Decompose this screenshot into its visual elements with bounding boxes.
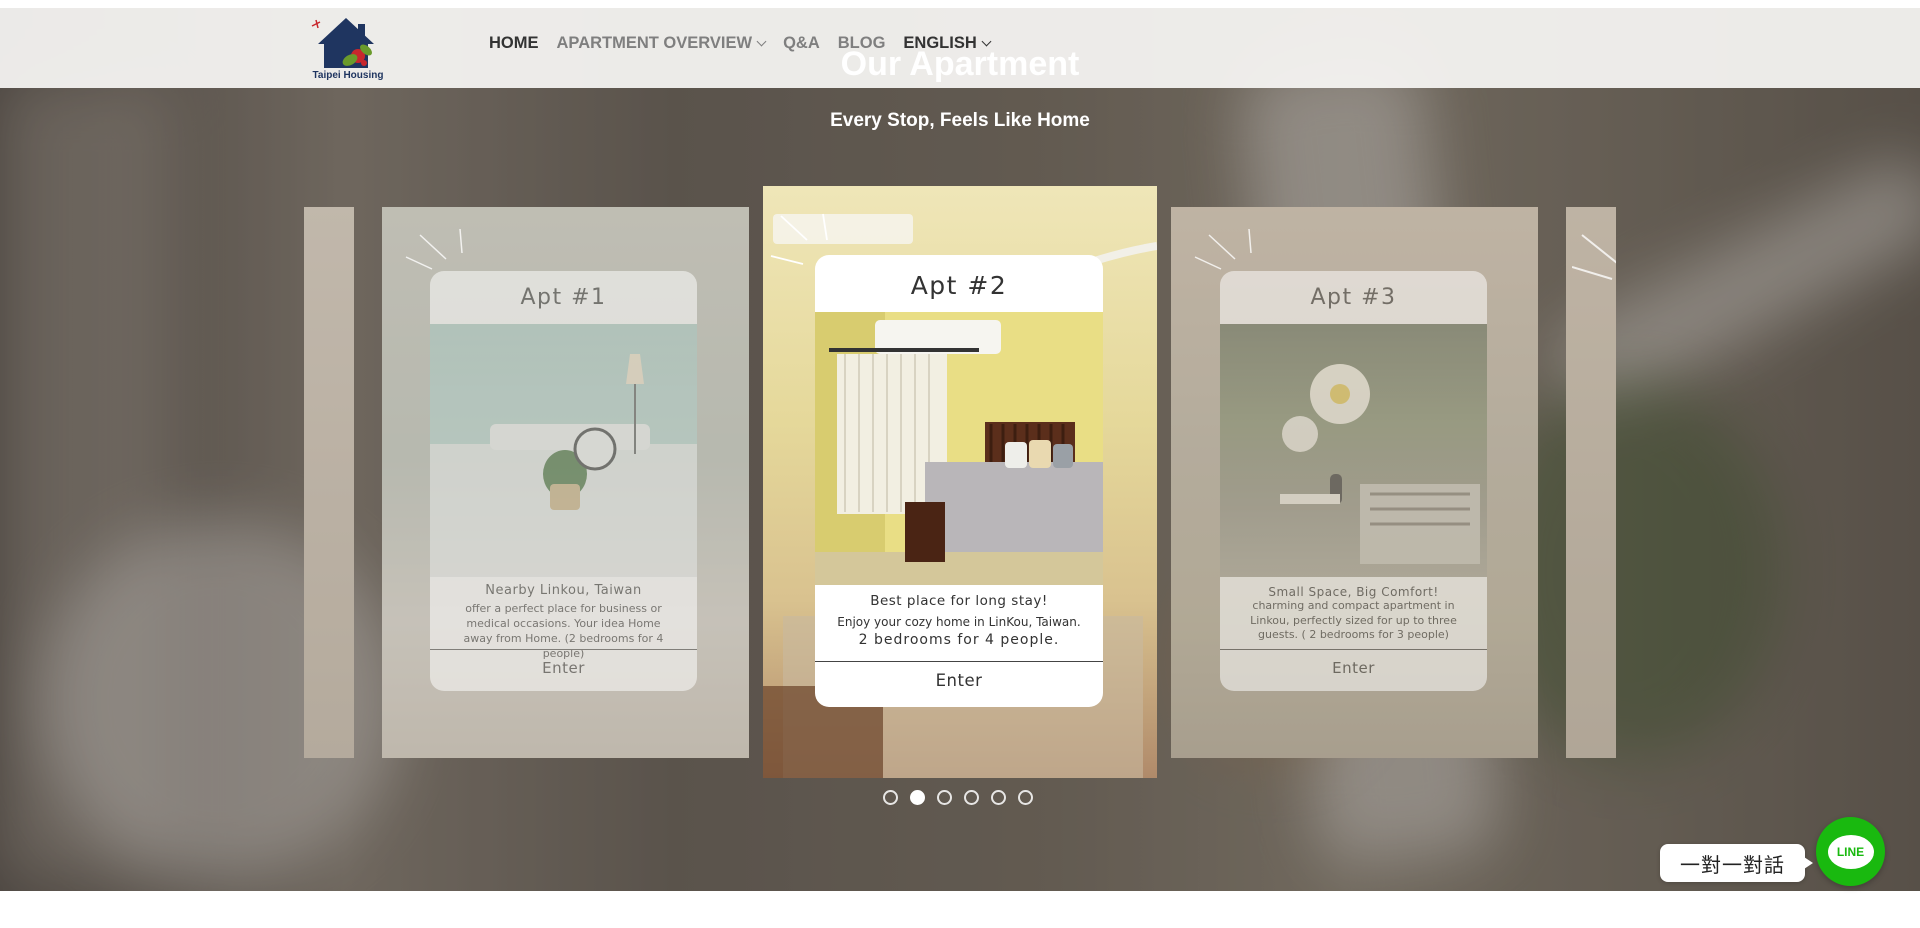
carousel-dot-4[interactable] — [964, 790, 979, 805]
card-title: Apt #3 — [1310, 285, 1397, 310]
carousel-dot-6[interactable] — [1018, 790, 1033, 805]
enter-button[interactable]: Enter — [815, 671, 1103, 690]
top-strip — [0, 0, 1920, 8]
card-title: Apt #2 — [910, 271, 1008, 300]
card-heading: Nearby Linkou, Taiwan — [485, 583, 642, 598]
carousel-dot-1[interactable] — [883, 790, 898, 805]
line-icon: LINE — [1827, 834, 1874, 869]
line-icon-label: LINE — [1836, 844, 1865, 859]
card-description: Enjoy your cozy home in LinKou, Taiwan. — [837, 615, 1081, 629]
sparkle-rays-icon — [1572, 234, 1616, 280]
page-subtitle: Every Stop, Feels Like Home — [830, 110, 1090, 131]
card-description: charming and compact apartment in Linkou… — [1250, 599, 1457, 641]
carousel-dot-3[interactable] — [937, 790, 952, 805]
line-chat-button[interactable]: LINE — [1816, 817, 1885, 886]
carousel-slide-partial-right[interactable] — [1566, 207, 1616, 758]
card-title: Apt #1 — [520, 285, 607, 310]
card-divider — [430, 649, 697, 650]
card-capacity: 2 bedrooms for 4 people. — [858, 632, 1060, 648]
carousel-slide-partial-left[interactable] — [304, 207, 354, 758]
apartment-card-active: Apt #2 Best place for long stay! Enjoy y… — [815, 255, 1103, 707]
carousel-pagination — [883, 790, 1033, 805]
chat-prompt-bubble[interactable]: 一對一對話 — [1660, 844, 1813, 882]
card-divider — [1220, 649, 1487, 650]
enter-button[interactable]: Enter — [1220, 659, 1487, 677]
carousel-dot-5[interactable] — [991, 790, 1006, 805]
enter-button[interactable]: Enter — [430, 659, 697, 677]
card-description: offer a perfect place for business or me… — [463, 602, 664, 660]
apartment-card: Apt #3 Small Space, Big Comfort! charmin… — [1220, 271, 1487, 691]
carousel-slide-apt3[interactable]: Apt #3 Small Space, Big Comfort! charmin… — [1171, 207, 1538, 758]
card-heading: Best place for long stay! — [870, 593, 1048, 609]
card-divider — [815, 661, 1103, 662]
apartment-photo — [430, 324, 697, 577]
apartment-card: Apt #1 Nearby Linkou, Taiwan offer a per… — [430, 271, 697, 691]
apartment-photo — [1220, 324, 1487, 577]
carousel-slide-apt1[interactable]: Apt #1 Nearby Linkou, Taiwan offer a per… — [382, 207, 749, 758]
carousel-dot-2[interactable] — [910, 790, 925, 805]
card-heading: Small Space, Big Comfort! — [1268, 585, 1439, 599]
page: Taipei Housing HOME APARTMENT OVERVIEW Q… — [0, 0, 1920, 928]
page-title: Our Apartment — [840, 45, 1080, 83]
apartment-photo — [815, 312, 1103, 585]
carousel-slide-apt2[interactable]: Apt #2 Best place for long stay! Enjoy y… — [763, 186, 1157, 778]
